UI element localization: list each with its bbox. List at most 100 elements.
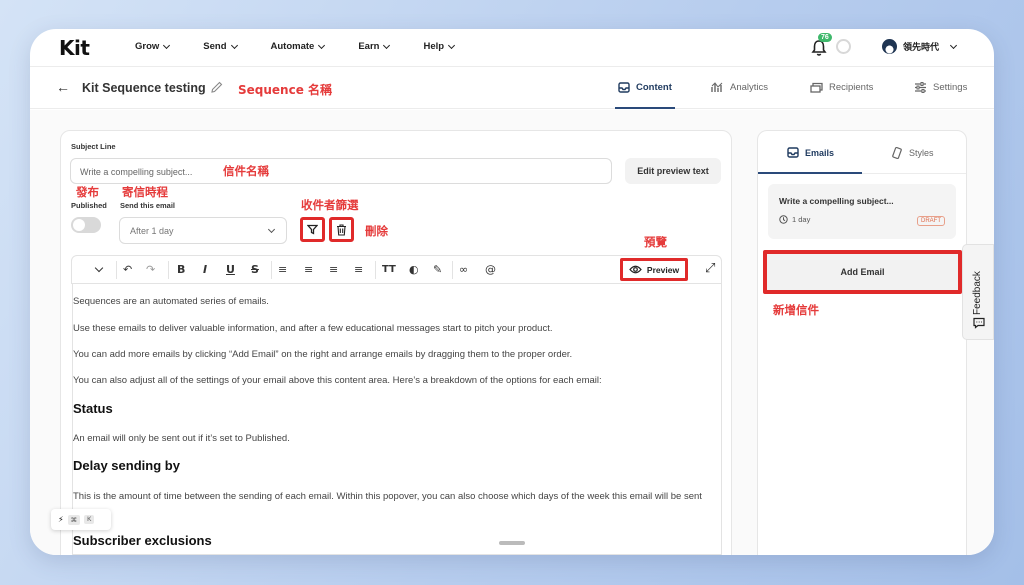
sidebar-tab-styles[interactable]: Styles [891,147,934,159]
bold-icon[interactable]: B [177,263,185,276]
kit-logo[interactable]: Kit [59,36,90,60]
clock-icon [779,215,788,224]
annotation-send-schedule: 寄信時程 [122,185,168,199]
expand-icon[interactable]: ⤢ [705,261,715,276]
sidebar-tab-emails[interactable]: Emails [787,147,834,158]
annotation-preview: 預覽 [644,235,667,249]
progress-ring-icon[interactable] [836,39,851,54]
italic-icon[interactable]: I [203,263,207,276]
sidebar-tab-emails-label: Emails [805,147,835,158]
published-label: Published [71,201,107,210]
pencil-icon[interactable] [210,80,224,94]
body-paragraph: Sequences are an automated series of ema… [73,296,269,307]
chevron-down-icon [163,41,171,49]
filter-button[interactable] [300,217,325,242]
body-heading-status: Status [73,401,113,416]
notification-badge: 76 [818,33,832,42]
nav-grow-label: Grow [135,41,160,52]
sequence-header: ← Kit Sequence testing Sequence 名稱 Conte… [30,67,994,109]
published-toggle[interactable] [71,217,101,233]
chat-icon [973,317,985,329]
align-left-icon[interactable]: ≡ [278,263,287,276]
annotation-email-name: 信件名稱 [223,164,269,178]
body-paragraph: You can also adjust all of the settings … [73,375,602,386]
send-delay-select[interactable]: After 1 day [119,217,287,244]
k-key: K [84,515,95,524]
sidebar-tab-styles-label: Styles [909,148,934,158]
toolbar-divider [452,261,453,279]
body-paragraph: Use these emails to deliver valuable inf… [73,323,553,334]
email-item-title: Write a compelling subject... [779,196,894,206]
eye-icon [629,265,642,274]
undo-icon[interactable]: ↶ [123,263,132,276]
tab-settings[interactable]: Settings [914,82,967,93]
redo-icon[interactable]: ↷ [146,263,155,276]
nav-help[interactable]: Help [423,41,456,52]
feedback-tab[interactable]: Feedback [962,244,994,340]
tab-recipients[interactable]: Recipients [810,82,873,93]
chevron-down-icon [448,41,456,49]
avatar [882,39,897,54]
body-paragraph: You can add more emails by clicking “Add… [73,349,573,360]
body-heading-exclusions: Subscriber exclusions [73,533,212,548]
scroll-handle[interactable] [499,541,525,545]
inbox-icon [787,147,799,158]
inbox-icon [618,82,630,93]
annotation-add-email: 新增信件 [773,303,819,317]
back-arrow-icon[interactable]: ← [56,79,70,95]
sequence-title[interactable]: Kit Sequence testing [82,81,206,95]
text-color-icon[interactable]: ◐ [409,263,419,276]
annotation-delete: 刪除 [365,224,388,238]
block-type-chevron-icon[interactable] [94,263,104,273]
underline-icon[interactable]: U [226,263,235,276]
recipients-icon [810,82,823,93]
highlight-pen-icon[interactable]: ✎ [433,263,442,276]
nav-earn[interactable]: Earn [358,41,391,52]
preview-button[interactable]: Preview [620,258,688,281]
subject-line-input[interactable]: Write a compelling subject... [70,158,612,184]
tab-content[interactable]: Content [618,82,672,93]
send-email-label: Send this email [120,201,176,210]
nav-automate[interactable]: Automate [271,41,326,52]
delete-button[interactable] [329,217,354,242]
tab-recipients-label: Recipients [829,82,874,93]
nav-grow[interactable]: Grow [135,41,171,52]
email-item-delay: 1 day [779,215,810,224]
chart-icon [711,82,723,92]
chevron-down-icon [383,41,391,49]
tab-content-label: Content [636,82,672,93]
app-window: Kit Grow Send Automate Earn Help 76 領先時代… [30,29,994,555]
mention-icon[interactable]: @ [485,263,496,276]
edit-preview-text-button[interactable]: Edit preview text [625,158,721,184]
body-paragraph: This is the amount of time between the s… [73,491,702,518]
draft-status-badge: DRAFT [917,216,945,226]
nav-earn-label: Earn [358,41,380,52]
send-delay-value: After 1 day [130,226,174,236]
nav-send[interactable]: Send [203,41,238,52]
chevron-down-icon [318,41,326,49]
annotation-published: 發布 [76,185,99,199]
filter-icon [307,224,318,235]
tab-analytics[interactable]: Analytics [711,82,768,93]
chevron-down-icon [267,225,276,234]
add-email-button[interactable]: Add Email [763,250,962,294]
lightning-icon: ⚡︎ [58,515,64,524]
subject-line-label: Subject Line [71,142,116,151]
align-justify-icon[interactable]: ≡ [354,263,363,276]
account-menu[interactable]: 領先時代 [882,39,958,54]
annotation-recipient-filter: 收件者篩選 [301,198,359,212]
body-heading-delay: Delay sending by [73,458,180,473]
font-size-icon[interactable]: TT [382,264,396,275]
command-shortcut-hint[interactable]: ⚡︎ ⌘ K [51,509,111,530]
top-nav: Kit Grow Send Automate Earn Help 76 領先時代 [30,29,994,67]
chevron-down-icon [949,41,958,49]
cmd-key: ⌘ [67,514,81,525]
align-right-icon[interactable]: ≡ [329,263,338,276]
sequence-email-item[interactable]: Write a compelling subject... 1 day DRAF… [768,184,956,239]
strikethrough-icon[interactable]: S [251,263,259,276]
tab-settings-label: Settings [933,82,968,93]
email-body-editor[interactable]: Sequences are an automated series of ema… [72,284,722,555]
align-center-icon[interactable]: ≡ [304,263,313,276]
link-icon[interactable]: ∞ [459,263,468,276]
annotation-sequence-name: Sequence 名稱 [238,83,333,97]
